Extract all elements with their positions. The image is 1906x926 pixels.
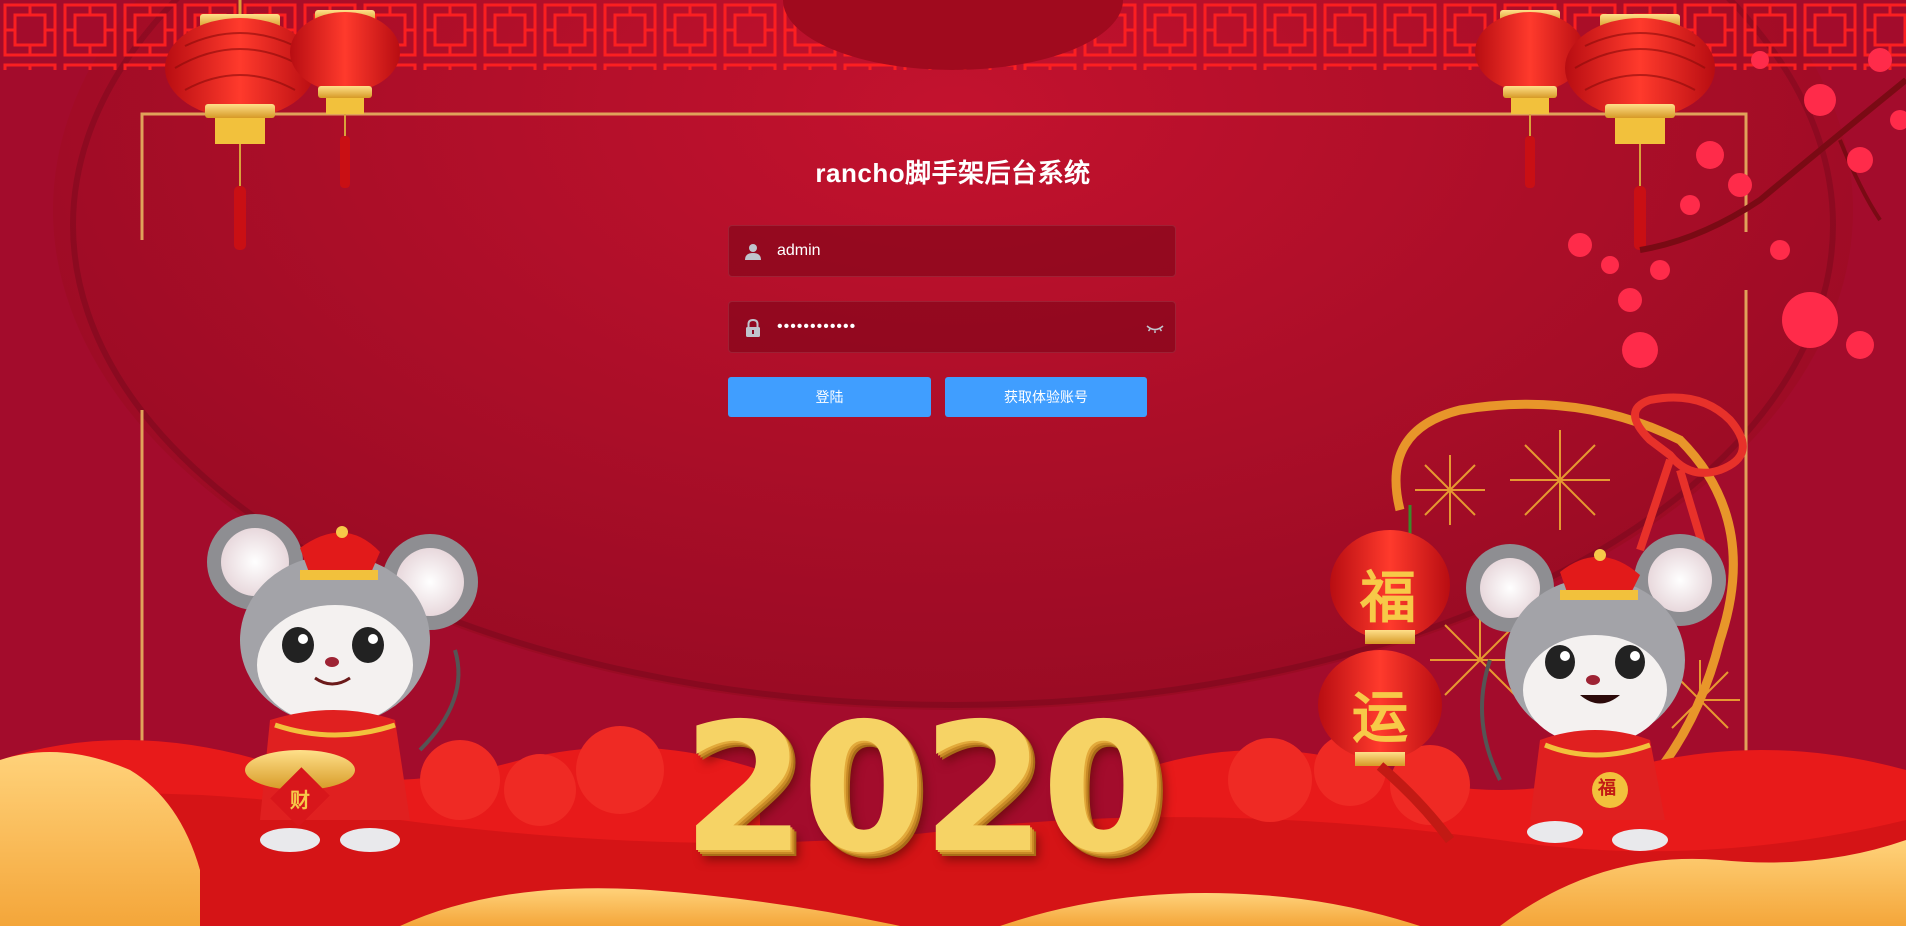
year-2020-text: 2020 <box>682 685 1165 892</box>
password-field[interactable] <box>728 301 1176 353</box>
rat-right-badge: 福 <box>1598 778 1616 799</box>
password-input[interactable] <box>777 302 1107 352</box>
lantern-fu-char: 福 <box>1360 565 1416 631</box>
lock-icon <box>746 318 760 337</box>
page-title: rancho脚手架后台系统 <box>815 158 1091 188</box>
username-input[interactable] <box>777 226 1107 276</box>
username-field[interactable] <box>728 225 1176 277</box>
lantern-yun-char: 运 <box>1352 685 1408 751</box>
eye-closed-icon[interactable] <box>1145 319 1165 337</box>
login-button[interactable]: 登陆 <box>728 377 931 417</box>
user-icon <box>745 244 761 260</box>
login-page: 福 运 财 福 2020 rancho脚手架后台系统 登陆 获取体验账号 <box>0 0 1906 926</box>
get-trial-account-button[interactable]: 获取体验账号 <box>945 377 1147 417</box>
rat-left-badge: 财 <box>290 788 310 812</box>
